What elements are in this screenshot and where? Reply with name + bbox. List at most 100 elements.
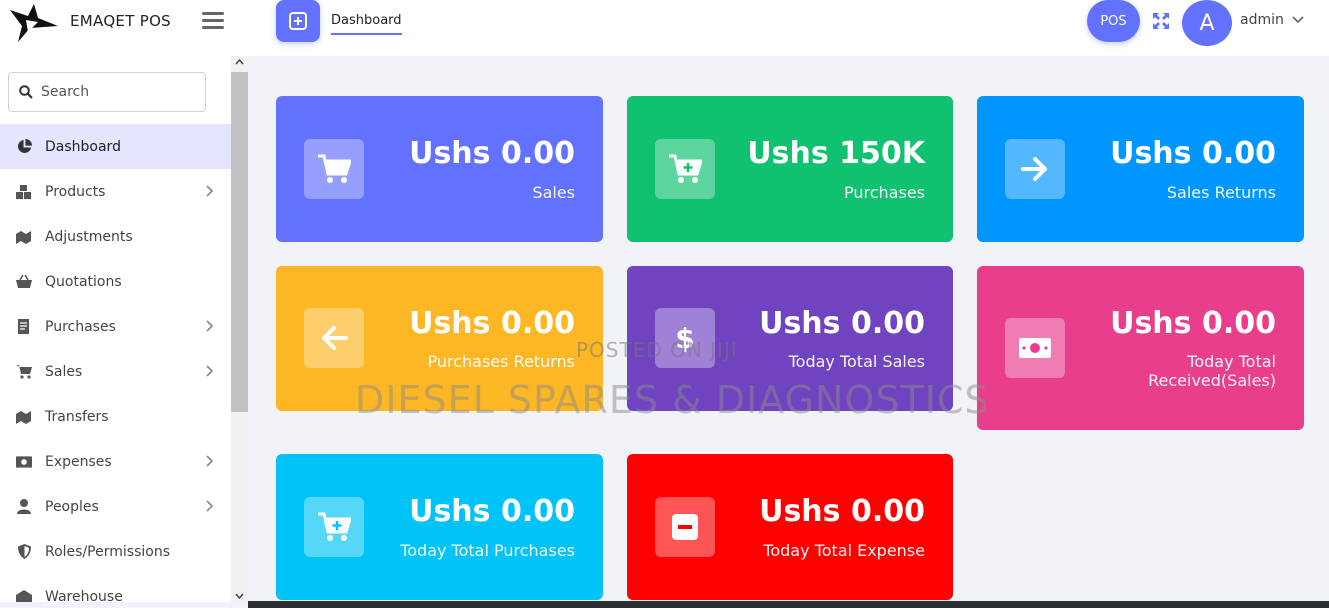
card-icon-box — [1005, 318, 1065, 378]
chevron-right-icon — [206, 365, 214, 377]
sidebar-item-label: Transfers — [45, 408, 109, 425]
plus-square-icon — [289, 12, 307, 30]
fullscreen-icon[interactable] — [1151, 11, 1171, 31]
sidebar-item-label: Expenses — [45, 453, 112, 470]
sidebar-item-label: Sales — [45, 363, 83, 380]
scroll-down-icon[interactable] — [235, 593, 244, 599]
cart-icon — [16, 364, 32, 380]
card-amount: Ushs 150K — [747, 136, 925, 171]
card-sales-returns[interactable]: Ushs 0.00 Sales Returns — [977, 96, 1304, 242]
card-label: Purchases Returns — [427, 352, 575, 371]
chevron-right-icon — [206, 320, 214, 332]
card-icon-box — [304, 308, 364, 368]
sidebar-item-warehouse[interactable]: Warehouse — [0, 574, 231, 602]
sidebar-item-expenses[interactable]: Expenses — [0, 439, 231, 484]
card-label: Today Total Expense — [763, 541, 925, 560]
dollar-icon: $ — [675, 322, 694, 354]
card-icon-box — [1005, 139, 1065, 199]
user-menu[interactable]: admin — [1240, 12, 1304, 28]
card-today-total-expense[interactable]: Ushs 0.00 Today Total Expense — [627, 454, 953, 600]
search-input[interactable] — [41, 84, 191, 100]
shield-icon — [16, 544, 32, 560]
sidebar-item-products[interactable]: Products — [0, 169, 231, 214]
sidebar-item-label: Peoples — [45, 498, 99, 515]
boxes-icon — [16, 184, 32, 200]
card-label: Purchases — [844, 183, 925, 202]
sidebar-item-roles-permissions[interactable]: Roles/Permissions — [0, 529, 231, 574]
logo-icon[interactable] — [8, 2, 60, 44]
card-today-total-purchases[interactable]: Ushs 0.00 Today Total Purchases — [276, 454, 603, 600]
arrow-left-icon — [322, 326, 348, 350]
sidebar-item-sales[interactable]: Sales — [0, 349, 231, 394]
sidebar-item-label: Adjustments — [45, 228, 133, 245]
scroll-up-icon[interactable] — [235, 59, 244, 65]
adjust-icon — [16, 229, 32, 245]
avatar[interactable]: A — [1182, 0, 1232, 46]
add-tab-button[interactable] — [276, 0, 320, 42]
card-icon-box — [655, 139, 715, 199]
card-amount: Ushs 0.00 — [1110, 306, 1276, 341]
user-name: admin — [1240, 12, 1284, 28]
cash-icon — [1019, 338, 1051, 358]
card-label: Sales — [532, 183, 575, 202]
menu-toggle-icon[interactable] — [202, 12, 224, 34]
sidebar-item-label: Purchases — [45, 318, 116, 335]
sidebar-item-label: Products — [45, 183, 106, 200]
svg-text:$: $ — [675, 322, 694, 354]
sidebar-item-adjustments[interactable]: Adjustments — [0, 214, 231, 259]
sidebar-item-transfers[interactable]: Transfers — [0, 394, 231, 439]
search-icon — [19, 85, 33, 99]
card-icon-box — [304, 497, 364, 557]
minus-box-icon — [672, 514, 698, 540]
top-bar: EMAQET POS Dashboard POS A admin — [0, 0, 1329, 56]
sidebar-item-label: Roles/Permissions — [45, 543, 170, 560]
chevron-right-icon — [206, 185, 214, 197]
sidebar-item-quotations[interactable]: Quotations — [0, 259, 231, 304]
bottom-bar — [248, 601, 1329, 608]
sidebar-item-peoples[interactable]: Peoples — [0, 484, 231, 529]
card-label: Today Total Received(Sales) — [1148, 352, 1276, 390]
card-amount: Ushs 0.00 — [759, 494, 925, 529]
pos-button[interactable]: POS — [1087, 0, 1140, 42]
card-amount: Ushs 0.00 — [409, 494, 575, 529]
card-today-total-received[interactable]: Ushs 0.00 Today Total Received(Sales) — [977, 266, 1304, 430]
sidebar-item-label: Quotations — [45, 273, 122, 290]
card-purchases-returns[interactable]: Ushs 0.00 Purchases Returns — [276, 266, 603, 411]
receipt-icon — [16, 319, 32, 335]
card-purchases[interactable]: Ushs 150K Purchases — [627, 96, 953, 242]
chevron-right-icon — [206, 455, 214, 467]
sidebar: Dashboard Products Adjustments Quotation… — [0, 56, 231, 602]
card-label: Today Total Purchases — [400, 541, 575, 560]
search-box[interactable] — [8, 72, 206, 112]
sidebar-nav: Dashboard Products Adjustments Quotation… — [0, 124, 231, 602]
app-brand: EMAQET POS — [70, 12, 172, 30]
transfer-icon — [16, 409, 32, 425]
card-amount: Ushs 0.00 — [409, 136, 575, 171]
card-amount: Ushs 0.00 — [759, 306, 925, 341]
sidebar-scrollbar[interactable] — [231, 56, 248, 602]
user-icon — [16, 499, 32, 515]
tab-dashboard[interactable]: Dashboard — [331, 13, 402, 35]
card-label-line2: Received(Sales) — [1148, 371, 1276, 390]
warehouse-icon — [16, 589, 32, 602]
sidebar-item-label: Warehouse — [45, 588, 123, 603]
sidebar-item-dashboard[interactable]: Dashboard — [0, 124, 231, 169]
sidebar-item-label: Dashboard — [45, 138, 121, 155]
basket-icon — [16, 274, 32, 290]
cart-plus-icon — [318, 512, 351, 541]
card-amount: Ushs 0.00 — [1110, 136, 1276, 171]
chevron-right-icon — [206, 500, 214, 512]
scrollbar-thumb[interactable] — [231, 72, 248, 412]
card-icon-box: $ — [655, 308, 715, 368]
money-icon — [16, 454, 32, 470]
card-today-total-sales[interactable]: $ Ushs 0.00 Today Total Sales — [627, 266, 953, 411]
card-icon-box — [655, 497, 715, 557]
card-label: Sales Returns — [1166, 183, 1276, 202]
sidebar-item-purchases[interactable]: Purchases — [0, 304, 231, 349]
card-label: Today Total Sales — [788, 352, 925, 371]
card-sales[interactable]: Ushs 0.00 Sales — [276, 96, 603, 242]
card-label-line1: Today Total — [1187, 352, 1276, 371]
pie-chart-icon — [16, 139, 32, 155]
card-amount: Ushs 0.00 — [409, 306, 575, 341]
arrow-right-icon — [1021, 157, 1047, 181]
